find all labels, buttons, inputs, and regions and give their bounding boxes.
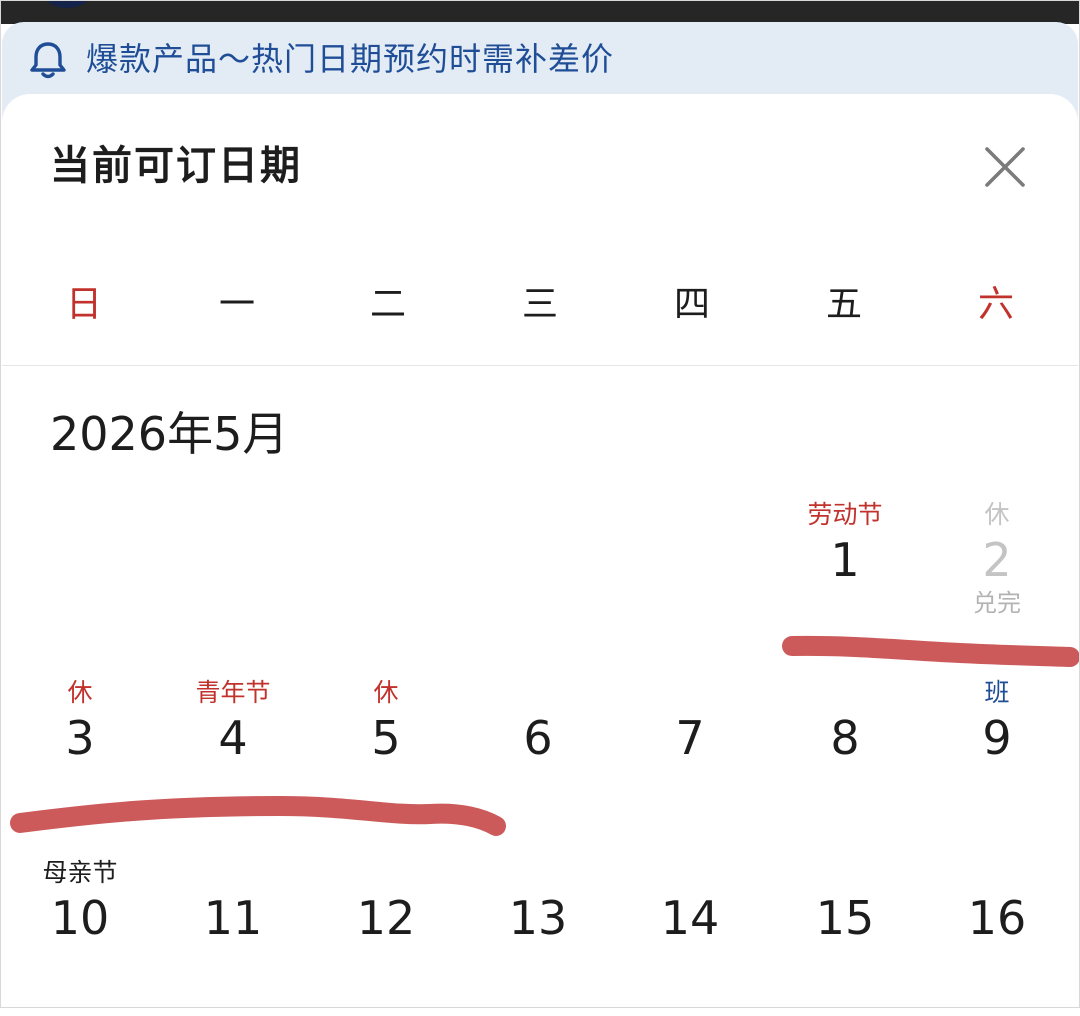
weekday-sat: 六 bbox=[977, 284, 1014, 325]
calendar-day[interactable]: 休3 bbox=[5, 676, 155, 836]
avatar bbox=[46, 0, 88, 8]
month-title: 2026年5月 bbox=[50, 407, 289, 461]
day-tag: 休 bbox=[67, 678, 93, 707]
calendar-day[interactable]: 班9 bbox=[922, 676, 1072, 836]
day-number: 16 bbox=[967, 891, 1027, 945]
day-tag: 母亲节 bbox=[42, 858, 118, 887]
weekday-thu: 四 bbox=[673, 284, 710, 325]
day-number: 2 bbox=[982, 533, 1012, 587]
notice-text: 爆款产品～热门日期预约时需补差价 bbox=[86, 40, 615, 78]
calendar-day[interactable]: 青年节 4 bbox=[158, 676, 308, 836]
day-number: 13 bbox=[508, 891, 568, 945]
weekday-tue: 二 bbox=[369, 284, 406, 325]
day-number: 3 bbox=[65, 711, 95, 765]
weekday-fri: 五 bbox=[825, 284, 862, 325]
weekday-header: 日 一 二 三 四 五 六 bbox=[2, 270, 1078, 340]
day-number: 12 bbox=[356, 891, 416, 945]
weekday-wed: 三 bbox=[521, 284, 558, 325]
status-bar bbox=[0, 0, 1080, 24]
day-number: 15 bbox=[815, 891, 875, 945]
day-number: 4 bbox=[218, 711, 248, 765]
calendar-day[interactable]: 16 bbox=[922, 856, 1072, 1016]
calendar-day[interactable]: 劳动节 1 bbox=[770, 498, 920, 658]
calendar-day[interactable]: 11 bbox=[158, 856, 308, 1016]
calendar-day[interactable]: 13 bbox=[463, 856, 613, 1016]
calendar-day[interactable]: 休5 bbox=[311, 676, 461, 836]
day-number: 14 bbox=[660, 891, 720, 945]
calendar-day[interactable]: 6 bbox=[463, 676, 613, 836]
day-number: 5 bbox=[371, 711, 401, 765]
day-number: 11 bbox=[203, 891, 263, 945]
weekday-mon: 一 bbox=[218, 284, 255, 325]
calendar-day[interactable]: 7 bbox=[615, 676, 765, 836]
bell-icon bbox=[30, 42, 66, 79]
day-number: 6 bbox=[523, 711, 553, 765]
day-tag: 休 bbox=[373, 678, 399, 707]
calendar-day[interactable]: 14 bbox=[615, 856, 765, 1016]
calendar-day[interactable]: 8 bbox=[770, 676, 920, 836]
day-number: 7 bbox=[675, 711, 705, 765]
day-number: 10 bbox=[50, 891, 110, 945]
day-status: 兑完 bbox=[973, 589, 1021, 617]
day-tag: 休 bbox=[984, 500, 1010, 529]
sheet-title: 当前可订日期 bbox=[50, 143, 302, 189]
day-tag: 青年节 bbox=[195, 678, 271, 707]
day-number: 9 bbox=[982, 711, 1012, 765]
day-number: 8 bbox=[830, 711, 860, 765]
calendar-day: 休 2 兑完 bbox=[922, 498, 1072, 658]
calendar-day[interactable]: 12 bbox=[311, 856, 461, 1016]
date-picker-sheet: 当前可订日期 日 一 二 三 四 五 六 2026年5月 劳动节 1 休 2 兑完休 3 青… bbox=[2, 94, 1078, 1008]
weekday-sun: 日 bbox=[65, 284, 102, 325]
calendar-day[interactable]: 母亲节 10 bbox=[5, 856, 155, 1016]
close-icon[interactable] bbox=[980, 142, 1030, 192]
day-tag: 班 bbox=[984, 678, 1010, 707]
day-number: 1 bbox=[830, 533, 860, 587]
divider bbox=[2, 365, 1078, 366]
day-tag: 劳动节 bbox=[807, 500, 883, 529]
calendar-day[interactable]: 15 bbox=[770, 856, 920, 1016]
